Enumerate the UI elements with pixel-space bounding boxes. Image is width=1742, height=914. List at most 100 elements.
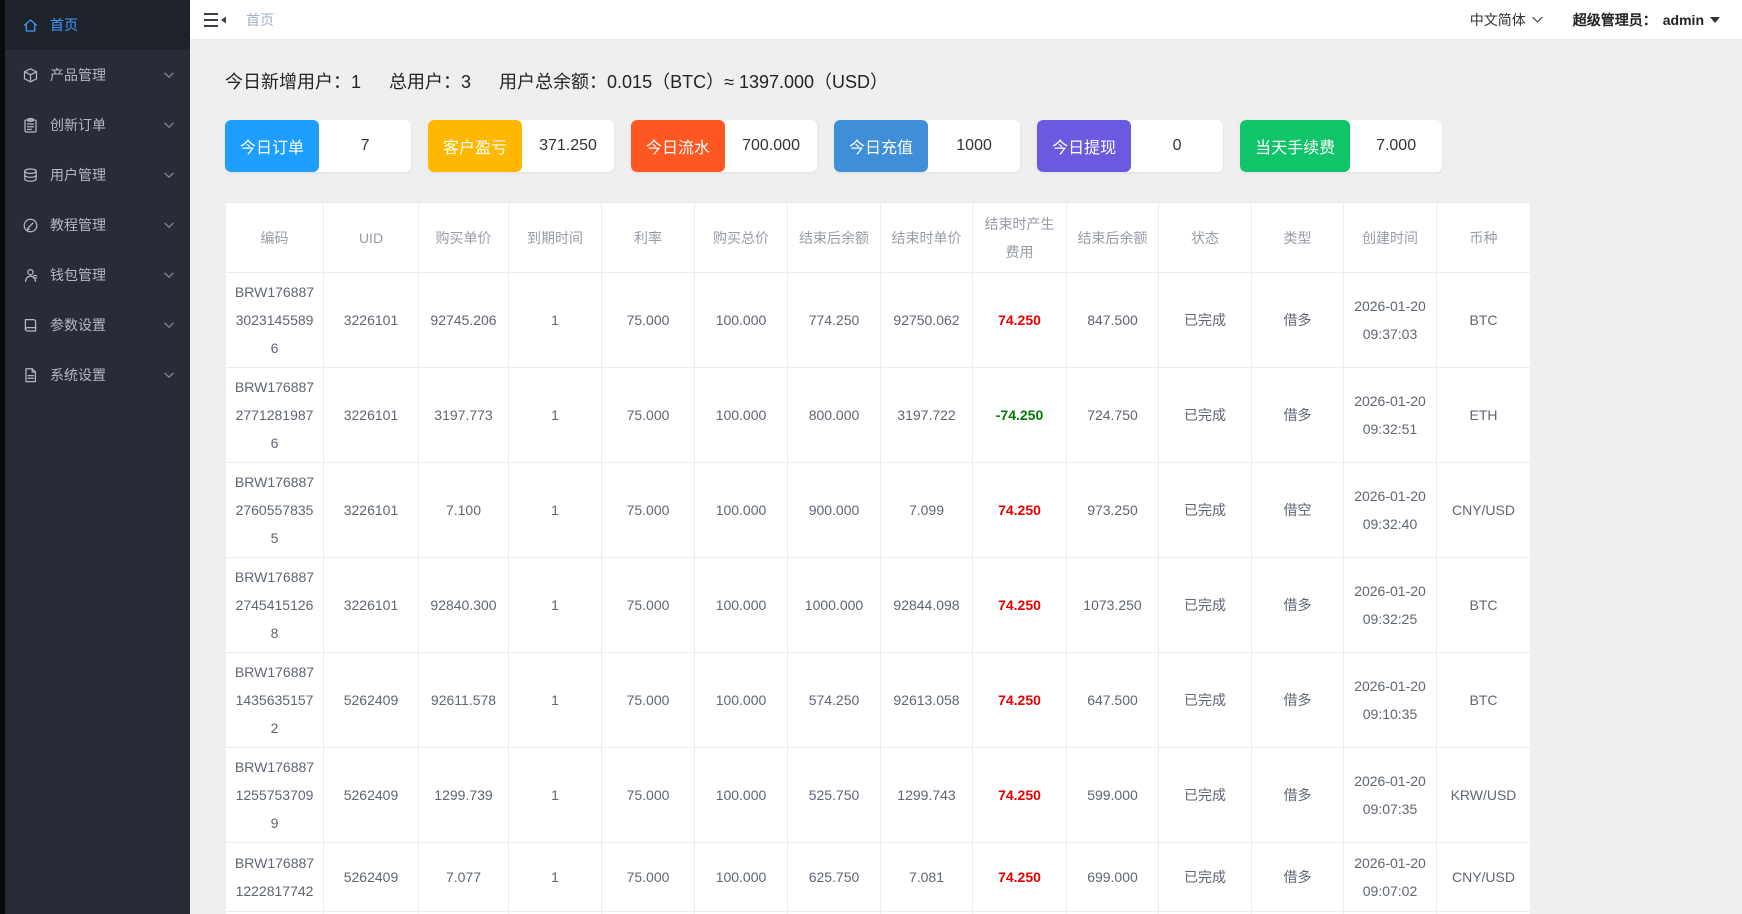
cell-buy-total: 100.000 bbox=[694, 272, 788, 368]
cell-code: BRW17688730231455896 bbox=[225, 272, 324, 368]
cell-uid: 3226101 bbox=[323, 462, 419, 558]
cell-end-balance: 973.250 bbox=[1066, 462, 1159, 558]
card-label: 客户盈亏 bbox=[428, 120, 523, 172]
cell-buy-price: 3197.773 bbox=[418, 367, 509, 463]
sidebar-item-product-management[interactable]: 产品管理 bbox=[0, 50, 190, 100]
cell-status: 已完成 bbox=[1158, 842, 1252, 912]
sidebar-item-wallet-management[interactable]: 钱包管理 bbox=[0, 250, 190, 300]
cell-end-balance: 699.000 bbox=[1066, 842, 1159, 912]
breadcrumb[interactable]: 首页 bbox=[246, 10, 274, 30]
cell-end-fee: -74.250 bbox=[972, 367, 1067, 463]
chevron-down-icon bbox=[1532, 16, 1543, 23]
cell-currency: BTC bbox=[1436, 272, 1531, 368]
column-header-status: 状态 bbox=[1158, 202, 1252, 273]
cell-code: BRW17688712557537099 bbox=[225, 747, 324, 843]
column-header-rate: 利率 bbox=[601, 202, 695, 273]
stat-today-new-users: 今日新增用户：1 bbox=[225, 72, 362, 92]
cell-created-at: 2026-01-20 09:07:35 bbox=[1343, 747, 1437, 843]
language-label: 中文简体 bbox=[1469, 11, 1526, 28]
card-today-withdrawal: 今日提现 0 bbox=[1037, 120, 1224, 172]
table-row: BRW17688727712819876 3226101 3197.773 1 75.0… bbox=[225, 367, 1531, 463]
topbar-right: 中文简体 超级管理员： admin bbox=[1470, 10, 1720, 30]
card-value: 1000 bbox=[956, 137, 992, 154]
table-row: BRW17688727605578355 3226101 7.100 1 75.000 1… bbox=[225, 462, 1531, 558]
cell-buy-price: 7.077 bbox=[418, 842, 509, 912]
cell-expire-time: 1 bbox=[508, 747, 602, 843]
card-label: 今日订单 bbox=[225, 120, 320, 172]
app-root: 首页 产品管理 创新订单 用户管理 教程管理 钱包管理 参数设置 系统设置 首页 中文简体 超… bbox=[0, 0, 1742, 914]
main-column: 首页 中文简体 超级管理员： admin 今日新增用户：1 总用户：3 用户总余额… bbox=[190, 0, 1742, 914]
cell-uid: 3226101 bbox=[323, 272, 419, 368]
sidebar-item-tutorial-management[interactable]: 教程管理 bbox=[0, 200, 190, 250]
cell-end-fee: 74.250 bbox=[972, 272, 1067, 368]
table-row: BRW17688730231455896 3226101 92745.206 1 75.… bbox=[225, 272, 1531, 368]
cell-end-balance: 724.750 bbox=[1066, 367, 1159, 463]
cell-uid: 5262409 bbox=[323, 652, 419, 748]
cell-expire-time: 1 bbox=[508, 652, 602, 748]
sidebar-collapse-icon[interactable] bbox=[204, 12, 226, 28]
product-icon bbox=[22, 67, 39, 84]
sidebar-item-innovation-orders[interactable]: 创新订单 bbox=[0, 100, 190, 150]
cell-uid: 3226101 bbox=[323, 557, 419, 653]
cell-buy-price: 92745.206 bbox=[418, 272, 509, 368]
column-header-end-balance: 结束后余额 bbox=[1066, 202, 1159, 273]
card-value: 0 bbox=[1172, 137, 1182, 154]
sidebar-item-label: 钱包管理 bbox=[50, 267, 106, 283]
cell-type: 借多 bbox=[1251, 842, 1344, 912]
sidebar-item-label: 教程管理 bbox=[50, 217, 106, 233]
cell-expire-time: 1 bbox=[508, 272, 602, 368]
column-header-buy-total: 购买总价 bbox=[694, 202, 788, 273]
chevron-down-icon bbox=[164, 222, 174, 229]
language-selector[interactable]: 中文简体 bbox=[1470, 10, 1543, 30]
tutorial-icon bbox=[22, 217, 39, 234]
sidebar-nav: 首页 产品管理 创新订单 用户管理教程管理钱包管理参数设置系统设置 bbox=[0, 0, 190, 400]
sidebar-item-label: 参数设置 bbox=[50, 317, 106, 333]
cell-balance-after-end: 774.250 bbox=[787, 272, 881, 368]
card-value: 700.000 bbox=[742, 137, 800, 154]
orders-table: 编码 UID 购买单价 到期时间 利率 购买总价 结束后余额 结束时单价 结束时产生费用 结束后余… bbox=[225, 202, 1531, 914]
column-header-balance-after-end: 结束后余额 bbox=[787, 202, 881, 273]
cell-status: 已完成 bbox=[1158, 272, 1252, 368]
sidebar-item-home[interactable]: 首页 bbox=[0, 0, 190, 50]
sidebar-item-user-management[interactable]: 用户管理 bbox=[0, 150, 190, 200]
cell-buy-total: 100.000 bbox=[694, 747, 788, 843]
card-today-fee: 当天手续费 7.000 bbox=[1240, 120, 1443, 172]
cell-buy-total: 100.000 bbox=[694, 367, 788, 463]
cell-end-price: 7.099 bbox=[880, 462, 973, 558]
cell-type: 借多 bbox=[1251, 367, 1344, 463]
cell-rate: 75.000 bbox=[601, 557, 695, 653]
card-today-flow: 今日流水 700.000 bbox=[631, 120, 818, 172]
summary-cards: 今日订单 7 客户盈亏 371.250 今日流水 700.000 今日充值 1000 今日提现 0… bbox=[225, 120, 1707, 172]
cell-status: 已完成 bbox=[1158, 462, 1252, 558]
cell-end-fee: 74.250 bbox=[972, 747, 1067, 843]
card-label: 今日提现 bbox=[1037, 120, 1132, 172]
screen-edge-strip bbox=[0, 0, 5, 914]
sidebar-item-parameter-settings[interactable]: 参数设置 bbox=[0, 300, 190, 350]
cell-rate: 75.000 bbox=[601, 842, 695, 912]
home-icon bbox=[22, 17, 39, 34]
column-header-end-price: 结束时单价 bbox=[880, 202, 973, 273]
table-row: BRW1768871222817742 5262409 7.077 1 75.000 10… bbox=[225, 842, 1531, 912]
cell-created-at: 2026-01-20 09:10:35 bbox=[1343, 652, 1437, 748]
system-icon bbox=[22, 367, 39, 384]
cell-created-at: 2026-01-20 09:07:02 bbox=[1343, 842, 1437, 912]
cell-status: 已完成 bbox=[1158, 557, 1252, 653]
cell-end-fee: 74.250 bbox=[972, 462, 1067, 558]
cell-expire-time: 1 bbox=[508, 462, 602, 558]
stat-total-balance: 用户总余额：0.015（BTC）≈ 1397.000（USD） bbox=[499, 72, 889, 92]
chevron-down-icon bbox=[164, 272, 174, 279]
topbar: 首页 中文简体 超级管理员： admin bbox=[190, 0, 1742, 40]
cell-buy-total: 100.000 bbox=[694, 557, 788, 653]
cell-end-price: 92750.062 bbox=[880, 272, 973, 368]
cell-end-fee: 74.250 bbox=[972, 557, 1067, 653]
admin-menu[interactable]: 超级管理员： admin bbox=[1573, 10, 1720, 30]
cell-end-balance: 647.500 bbox=[1066, 652, 1159, 748]
chevron-down-icon bbox=[164, 72, 174, 79]
cell-currency: BTC bbox=[1436, 652, 1531, 748]
cell-rate: 75.000 bbox=[601, 272, 695, 368]
chevron-down-icon bbox=[164, 322, 174, 329]
cell-rate: 75.000 bbox=[601, 747, 695, 843]
sidebar-item-system-settings[interactable]: 系统设置 bbox=[0, 350, 190, 400]
cell-buy-total: 100.000 bbox=[694, 842, 788, 912]
card-value: 7.000 bbox=[1376, 137, 1417, 154]
